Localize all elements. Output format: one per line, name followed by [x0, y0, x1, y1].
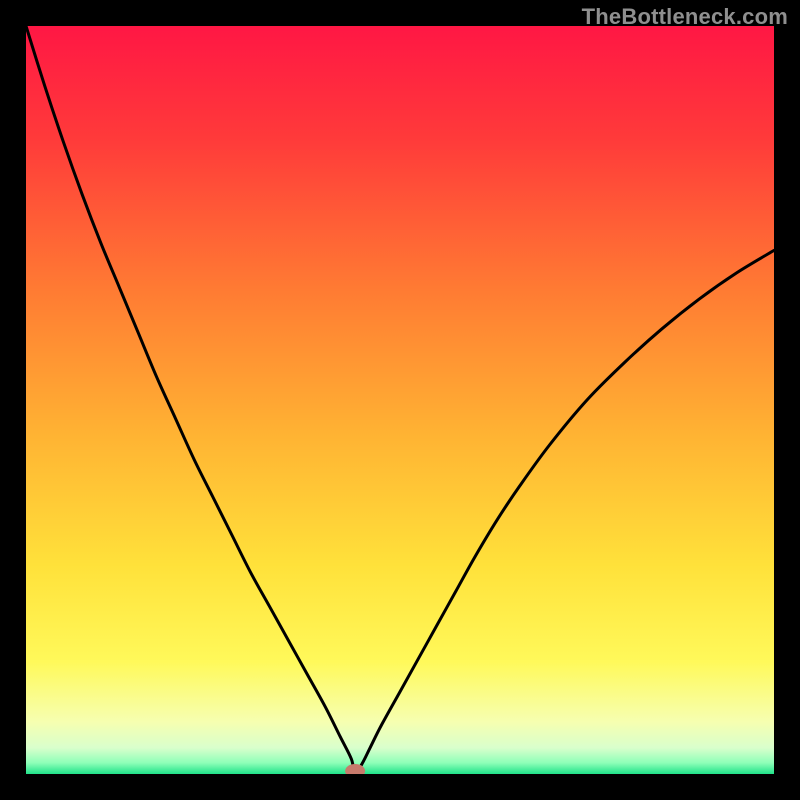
chart-frame: TheBottleneck.com [0, 0, 800, 800]
bottleneck-chart [26, 26, 774, 774]
watermark-label: TheBottleneck.com [582, 4, 788, 30]
gradient-background [26, 26, 774, 774]
plot-area [26, 26, 774, 774]
